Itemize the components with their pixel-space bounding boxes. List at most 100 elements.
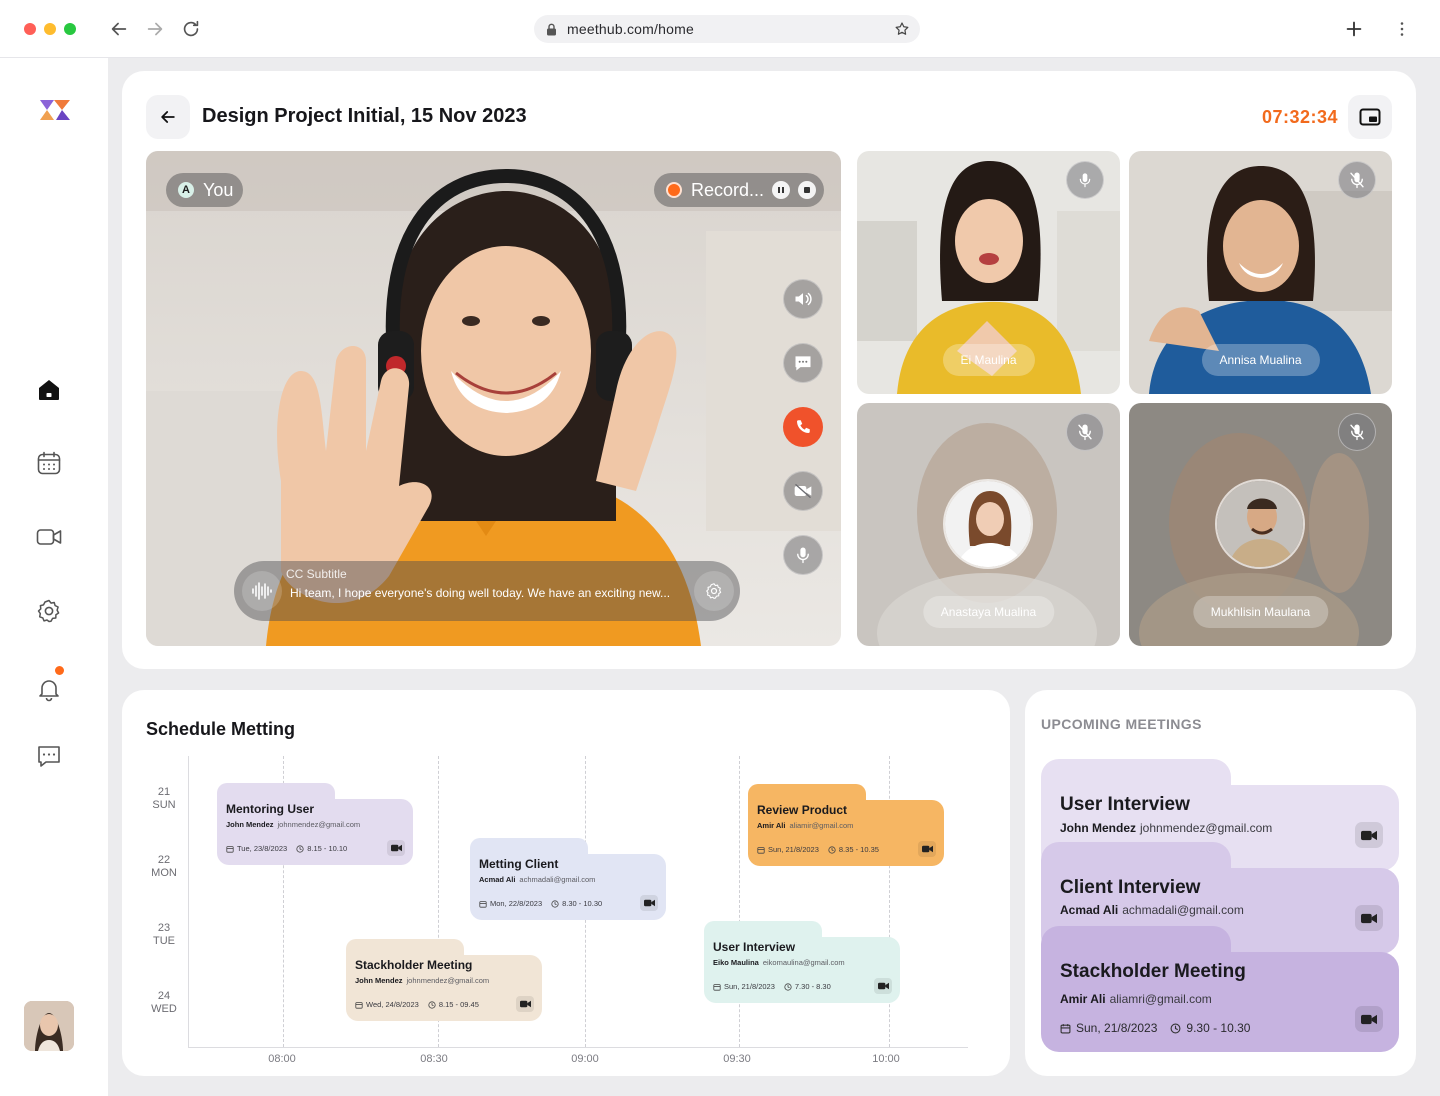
- participant-tile[interactable]: Ei Maulina: [857, 151, 1120, 394]
- video-icon: [877, 982, 889, 990]
- mic-toggle[interactable]: [1066, 161, 1104, 199]
- sidebar: [0, 58, 108, 1096]
- participant-tile[interactable]: Anastaya Mualina: [857, 403, 1120, 646]
- time-label: 09:00: [571, 1053, 599, 1065]
- subtitle-bar: CC Subtitle Hi team, I hope everyone's d…: [234, 561, 740, 621]
- chat-button[interactable]: [783, 343, 823, 383]
- window-maximize-dot[interactable]: [64, 23, 76, 35]
- upcoming-meeting[interactable]: Stackholder Meeting Amir Ali aliamri@gmai…: [1041, 926, 1399, 1052]
- window-close-dot[interactable]: [24, 23, 36, 35]
- schedule-event[interactable]: Stackholder Meeting John Mendez johnmende…: [346, 939, 542, 1021]
- calendar-icon[interactable]: [36, 450, 62, 476]
- meeting-title: User Interview: [1060, 794, 1190, 815]
- event-meta: Sun, 21/8/2023 8.35 - 10.35: [757, 845, 879, 854]
- mic-icon: [797, 547, 809, 564]
- bell-icon[interactable]: [36, 676, 62, 702]
- forward-arrow-icon[interactable]: [144, 18, 166, 40]
- meeting-attendee: John Mendez johnmendez@gmail.com: [1060, 821, 1273, 835]
- join-video-button[interactable]: [387, 840, 405, 856]
- end-call-button[interactable]: [783, 407, 823, 447]
- lock-icon: [547, 23, 556, 36]
- event-meta: Tue, 23/8/2023 8.15 - 10.10: [226, 844, 347, 853]
- join-video-button[interactable]: [1355, 1006, 1383, 1032]
- participant-name: Anastaya Mualina: [922, 596, 1055, 628]
- calendar-icon: [479, 900, 487, 908]
- speaker-button[interactable]: [783, 279, 823, 319]
- settings-icon[interactable]: [36, 598, 62, 624]
- video-icon: [390, 844, 402, 852]
- time-label: 08:00: [268, 1053, 296, 1065]
- record-pill: Record...: [654, 173, 825, 207]
- back-arrow-icon[interactable]: [108, 18, 130, 40]
- logo-icon[interactable]: [38, 98, 72, 122]
- kebab-icon[interactable]: [1391, 18, 1413, 40]
- home-icon[interactable]: [36, 377, 62, 403]
- participant-name: Annisa Mualina: [1201, 344, 1320, 376]
- schedule-panel: Schedule Metting 21 SUN 22 MON 23 TUE 24 WED…: [122, 690, 1010, 1076]
- schedule-event[interactable]: User Interview Eiko Maulina eikomaulina@g…: [704, 921, 900, 1003]
- join-video-button[interactable]: [918, 841, 936, 857]
- event-title: Review Product: [757, 803, 848, 817]
- pause-record-button[interactable]: [772, 181, 791, 199]
- video-icon[interactable]: [36, 524, 62, 550]
- schedule-event[interactable]: Review Product Amir Ali aliamir@gmail.com…: [748, 784, 944, 866]
- subtitle-text: Hi team, I hope everyone's doing well to…: [290, 586, 671, 600]
- schedule-event[interactable]: Mentoring User John Mendez johnmendez@gma…: [217, 783, 413, 865]
- schedule-axis: [188, 756, 189, 1048]
- mic-button[interactable]: [783, 535, 823, 575]
- video-icon: [643, 899, 655, 907]
- notification-dot: [55, 666, 64, 675]
- avatar[interactable]: [24, 1001, 74, 1051]
- window-minimize-dot[interactable]: [44, 23, 56, 35]
- calendar-icon: [757, 846, 765, 854]
- day-label: 23 TUE: [153, 922, 175, 947]
- camera-icon: [794, 483, 812, 499]
- participant-tile[interactable]: Mukhlisin Maulana: [1129, 403, 1392, 646]
- star-icon[interactable]: [894, 21, 910, 37]
- record-label: Record...: [691, 179, 765, 200]
- join-video-button[interactable]: [516, 996, 534, 1012]
- clock-icon: [296, 844, 304, 853]
- mic-off-icon: [1350, 424, 1364, 441]
- day-label: 24 WED: [151, 990, 177, 1015]
- clock-icon: [784, 982, 792, 991]
- mic-toggle[interactable]: [1338, 161, 1376, 199]
- video-icon: [921, 845, 933, 853]
- video-icon: [1361, 1014, 1377, 1024]
- address-bar[interactable]: meethub.com/home: [534, 15, 920, 43]
- event-attendee: Eiko Maulina eikomaulina@gmail.com: [713, 958, 845, 967]
- calendar-icon: [355, 1001, 363, 1009]
- chat-icon[interactable]: [36, 743, 62, 769]
- time-gridline: [739, 756, 740, 1047]
- event-meta: Wed, 24/8/2023 8.15 - 09.45: [355, 1000, 479, 1009]
- stop-record-button[interactable]: [798, 181, 817, 199]
- mic-toggle[interactable]: [1066, 413, 1104, 451]
- plus-icon[interactable]: [1343, 18, 1365, 40]
- meeting-attendee: Acmad Ali achmadali@gmail.com: [1060, 903, 1244, 917]
- clock-icon: [1170, 1023, 1181, 1033]
- event-title: User Interview: [713, 940, 796, 954]
- mic-off-icon: [1350, 172, 1364, 189]
- calendar-icon: [226, 845, 234, 853]
- message-icon: [795, 356, 811, 371]
- join-video-button[interactable]: [874, 978, 892, 994]
- camera-button[interactable]: [783, 471, 823, 511]
- calendar-icon: [713, 983, 721, 991]
- mic-toggle[interactable]: [1338, 413, 1376, 451]
- back-button[interactable]: [146, 95, 190, 139]
- join-video-button[interactable]: [640, 895, 658, 911]
- event-meta: Mon, 22/8/2023 8.30 - 10.30: [479, 899, 602, 908]
- event-attendee: John Mendez johnmendez@gmail.com: [355, 976, 490, 985]
- phone-icon: [797, 420, 810, 433]
- picture-in-picture-button[interactable]: [1348, 95, 1392, 139]
- participant-name: Mukhlisin Maulana: [1192, 596, 1329, 628]
- reload-icon[interactable]: [180, 18, 202, 40]
- event-title: Stackholder Meeting: [355, 958, 473, 972]
- schedule-event[interactable]: Metting Client Acmad Ali achmadali@gmail.…: [470, 838, 666, 920]
- subtitle-settings-button[interactable]: [694, 571, 734, 611]
- event-attendee: John Mendez johnmendez@gmail.com: [226, 820, 361, 829]
- participant-tile[interactable]: Annisa Mualina: [1129, 151, 1392, 394]
- gear-icon: [706, 583, 722, 599]
- participant-avatar: [1215, 479, 1305, 569]
- meeting-attendee: Amir Ali aliamri@gmail.com: [1060, 992, 1212, 1006]
